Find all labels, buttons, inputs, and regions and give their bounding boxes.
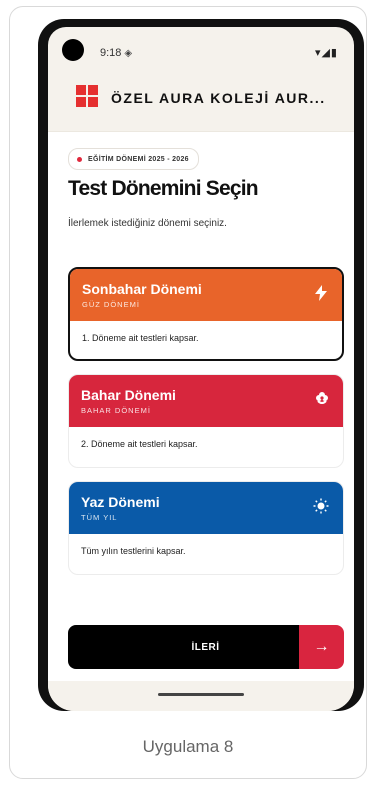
sun-icon <box>313 498 329 518</box>
next-button[interactable]: İLERİ → <box>68 625 344 669</box>
app-bar: ÖZEL AURA KOLEJİ AUR... <box>48 71 354 132</box>
term-subtitle: TÜM YIL <box>81 513 118 522</box>
page-title: Test Dönemini Seçin <box>68 177 259 200</box>
status-notification-icon: ◈ <box>124 48 133 59</box>
system-nav-bar <box>48 681 354 711</box>
school-logo-icon <box>76 85 98 107</box>
status-signal-battery-icon: ▾◢▮ <box>314 47 338 59</box>
term-name: Sonbahar Dönemi <box>82 281 202 297</box>
status-bar: 9:18 ◈ ▾◢▮ <box>48 27 354 71</box>
term-subtitle: BAHAR DÖNEMİ <box>81 406 151 415</box>
badge-dot-icon <box>77 156 82 162</box>
arrow-right-icon[interactable]: → <box>299 625 344 669</box>
camera-icon <box>62 39 84 61</box>
next-button-label[interactable]: İLERİ <box>68 625 299 669</box>
bolt-icon <box>314 285 328 305</box>
term-card-header: Bahar Dönemi BAHAR DÖNEMİ <box>69 375 343 427</box>
academic-year-badge: EĞİTİM DÖNEMİ 2025 - 2026 <box>68 148 199 170</box>
term-description: Tüm yılın testlerini kapsar. <box>81 546 186 556</box>
term-card-spring[interactable]: Bahar Dönemi BAHAR DÖNEMİ 2. Döneme ait … <box>68 374 344 468</box>
phone-screen: 9:18 ◈ ▾◢▮ ÖZEL AURA KOLEJİ AUR... EĞİTİM… <box>48 27 354 711</box>
term-card-header: Yaz Dönemi TÜM YIL <box>69 482 343 534</box>
main-content: EĞİTİM DÖNEMİ 2025 - 2026 Test Dönemini … <box>48 132 354 681</box>
flower-icon <box>315 391 329 409</box>
term-description: 2. Döneme ait testleri kapsar. <box>81 439 198 449</box>
term-card-header: Sonbahar Dönemi GÜZ DÖNEMİ <box>70 269 342 321</box>
term-card-autumn[interactable]: Sonbahar Dönemi GÜZ DÖNEMİ 1. Döneme ait… <box>68 267 344 361</box>
page-subtitle: İlerlemek istediğiniz dönemi seçiniz. <box>68 218 227 229</box>
preview-caption: Uygulama 8 <box>142 737 234 756</box>
term-card-summer[interactable]: Yaz Dönemi TÜM YIL Tüm yılın testlerini … <box>68 481 344 575</box>
term-subtitle: GÜZ DÖNEMİ <box>82 300 140 309</box>
term-name: Bahar Dönemi <box>81 387 176 403</box>
status-time: 9:18 ◈ <box>100 47 133 59</box>
app-title: ÖZEL AURA KOLEJİ AUR... <box>111 90 326 106</box>
phone-frame: 9:18 ◈ ▾◢▮ ÖZEL AURA KOLEJİ AUR... EĞİTİM… <box>38 19 364 711</box>
term-name: Yaz Dönemi <box>81 494 160 510</box>
home-indicator[interactable] <box>158 693 244 696</box>
badge-label: EĞİTİM DÖNEMİ 2025 - 2026 <box>88 155 189 163</box>
app-preview-card: 9:18 ◈ ▾◢▮ ÖZEL AURA KOLEJİ AUR... EĞİTİM… <box>9 6 367 779</box>
term-description: 1. Döneme ait testleri kapsar. <box>82 333 199 343</box>
